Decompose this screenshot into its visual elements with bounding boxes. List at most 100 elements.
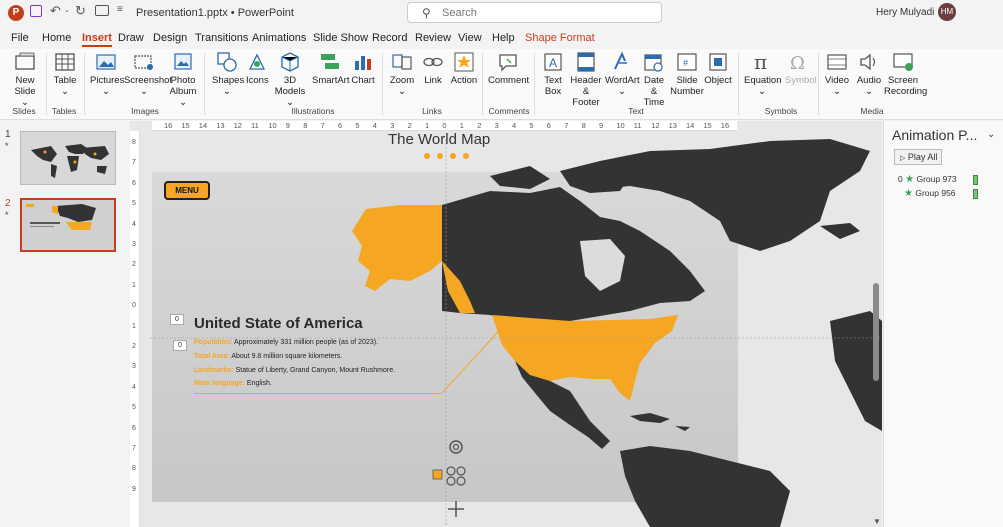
button-label: ⌄ (833, 86, 841, 97)
animation-timing-bar[interactable] (973, 189, 978, 199)
tab-transitions[interactable]: Transitions (195, 32, 248, 44)
undo-icon[interactable]: ↶ (50, 3, 61, 19)
vertical-ruler[interactable]: 8 7 6 5 4 3 2 1 0 1 2 3 4 5 6 7 8 9 (130, 131, 140, 527)
slide-thumbnail-1[interactable] (20, 131, 116, 185)
tab-help[interactable]: Help (492, 32, 515, 44)
button-label: ⌄ (618, 86, 626, 97)
tab-file[interactable]: File (11, 32, 29, 44)
ruler-tick-label: 9 (599, 121, 604, 130)
tab-view[interactable]: View (458, 32, 482, 44)
ruler-tick-label: 14 (686, 121, 695, 130)
icons-button[interactable]: Icons (246, 51, 269, 86)
audio-button[interactable]: Audio ⌄ (856, 51, 882, 97)
fact-population[interactable]: Population: Approximately 331 million pe… (194, 339, 378, 346)
shapes-icon (217, 52, 237, 72)
menu-button[interactable]: MENU (164, 181, 210, 200)
save-icon[interactable] (30, 5, 42, 17)
ribbon-separator (46, 53, 47, 115)
country-title[interactable]: United State of America (194, 315, 363, 332)
button-label: Photo (170, 75, 196, 86)
3d-models-button[interactable]: 3D Models ⌄ (274, 51, 306, 108)
slide-number-button[interactable]: # Slide Number (670, 51, 704, 97)
photo-album-icon (174, 53, 192, 70)
fact-language[interactable]: Main language: English. (194, 380, 272, 387)
avatar[interactable]: HM (938, 3, 956, 21)
ruler-tick-label: 3 (494, 121, 499, 130)
tab-draw[interactable]: Draw (118, 32, 144, 44)
date-time-button[interactable]: Date & Time (640, 51, 668, 108)
tab-animations[interactable]: Animations (252, 32, 306, 44)
presentation-icon[interactable] (95, 5, 109, 16)
vertical-scrollbar[interactable] (873, 283, 879, 381)
search-input[interactable]: ⚲ Search (407, 2, 662, 23)
scroll-down-arrow-icon[interactable]: ▼ (873, 517, 881, 526)
ruler-tick-label: 10 (616, 121, 625, 130)
fact-value: About 9.8 million square kilometers. (229, 353, 343, 360)
play-all-button[interactable]: ▷ Play All (894, 149, 942, 165)
button-label: Comment (488, 75, 530, 86)
tab-record[interactable]: Record (372, 32, 407, 44)
object-icon (709, 53, 727, 71)
document-title: Presentation1.pptx • PowerPoint (136, 7, 294, 19)
ribbon-group-label: Media (860, 106, 884, 116)
ruler-tick-label: 4 (372, 121, 377, 130)
ruler-tick-label: 4 (132, 383, 136, 391)
undo-dropdown-icon[interactable]: ⌄ (64, 6, 70, 14)
pane-options-chevron-icon[interactable]: ⌄ (987, 129, 995, 140)
horizontal-ruler[interactable]: 16 15 14 13 12 11 10 9 8 7 6 5 4 3 2 1 0 1 2 3 4 5 6 7 8 9 10 11 12 1… (152, 121, 737, 131)
search-icon: ⚲ (422, 6, 431, 20)
animation-order-tag[interactable]: 0 (170, 314, 184, 325)
ruler-tick-label: 9 (285, 121, 290, 130)
photo-album-button[interactable]: Photo Album ⌄ (168, 51, 198, 108)
equation-button[interactable]: π Equation ⌄ (744, 51, 782, 97)
video-button[interactable]: Video ⌄ (824, 51, 850, 97)
header-footer-button[interactable]: Header & Footer (568, 51, 604, 108)
fact-landmarks[interactable]: Landmarks: Statue of Liberty, Grand Cany… (194, 367, 395, 374)
symbol-button[interactable]: Ω Symbol (785, 51, 817, 86)
tab-home[interactable]: Home (42, 32, 71, 44)
redo-icon[interactable]: ↻ (75, 3, 86, 19)
svg-text:π: π (754, 51, 767, 73)
tab-insert[interactable]: Insert (82, 32, 112, 47)
action-button[interactable]: Action (450, 51, 478, 86)
animation-timing-bar[interactable] (973, 175, 978, 185)
ruler-tick-label: 8 (132, 139, 136, 146)
icons-icon (248, 53, 266, 70)
button-label: Equation (744, 75, 782, 86)
smartart-button[interactable]: SmartArt (312, 51, 349, 86)
link-button[interactable]: Link (422, 51, 444, 86)
button-label: Zoom (389, 75, 415, 86)
animation-item[interactable]: ★ Group 956 (904, 188, 956, 199)
text-box-button[interactable]: A Text Box (540, 51, 566, 97)
ruler-tick-label: 6 (546, 121, 551, 130)
fact-label: Population: (194, 339, 233, 346)
ruler-tick-label: 5 (355, 121, 360, 130)
button-label: Screenshot (124, 75, 173, 86)
tab-review[interactable]: Review (415, 32, 451, 44)
animation-order-tag[interactable]: 0 (173, 340, 187, 351)
shapes-button[interactable]: Shapes ⌄ (212, 51, 244, 97)
new-slide-button[interactable]: New Slide ⌄ (10, 51, 40, 108)
pictures-button[interactable]: Pictures ⌄ (90, 51, 124, 97)
customize-toolbar-icon[interactable]: ≡ (117, 4, 123, 15)
chart-button[interactable]: Chart (350, 51, 376, 86)
button-label: Album ⌄ (169, 86, 197, 108)
animation-item[interactable]: 0 ★ Group 973 (898, 174, 957, 185)
screenshot-button[interactable]: Screenshot ⌄ (124, 51, 173, 97)
zoom-button[interactable]: Zoom ⌄ (388, 51, 416, 97)
ruler-tick-label: 14 (198, 121, 208, 130)
slide-thumbnail-2[interactable] (20, 198, 116, 252)
button-label: ⌄ (398, 86, 406, 97)
tab-shape-format[interactable]: Shape Format (525, 32, 595, 44)
table-button[interactable]: Table ⌄ (52, 51, 78, 97)
object-button[interactable]: Object (704, 51, 732, 86)
ribbon-separator (534, 53, 535, 115)
comment-button[interactable]: Comment (488, 51, 530, 86)
wordart-button[interactable]: WordArt ⌄ (605, 51, 640, 97)
slide-title[interactable]: The World Map (388, 131, 490, 148)
screen-recording-button[interactable]: Screen Recording (884, 51, 927, 97)
svg-text:Ω: Ω (790, 53, 805, 73)
tab-slide-show[interactable]: Slide Show (313, 32, 368, 44)
fact-total-area[interactable]: Total Area: About 9.8 million square kil… (194, 353, 342, 360)
tab-design[interactable]: Design (153, 32, 187, 44)
